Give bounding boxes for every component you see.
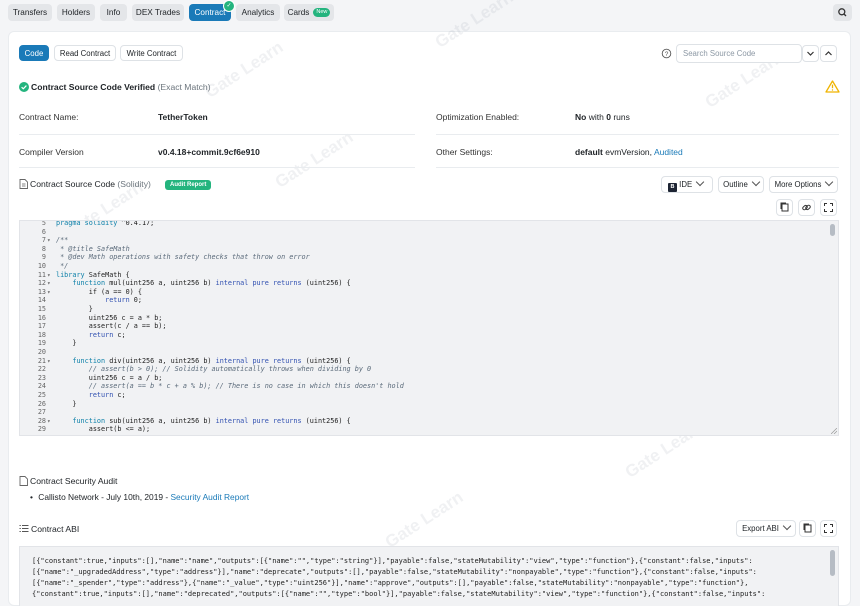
code-editor[interactable]: 5 pragma solidity ^0.4.17; 6 7 ▾/** 8 * @titl… [19, 220, 839, 436]
file-code-icon [19, 179, 28, 189]
copy-icon [780, 202, 789, 212]
ide-label: IDE [679, 180, 693, 189]
export-abi-label: Export ABI [742, 524, 779, 533]
svg-text:?: ? [665, 51, 669, 58]
code-line: 29 assert(b <= a); [20, 425, 820, 435]
expand-icon [824, 203, 833, 212]
token-tabs-bar: Transfers Holders Info DEX Trades Contra… [0, 0, 860, 26]
divider [436, 134, 839, 135]
tab-info[interactable]: Info [100, 4, 127, 21]
audit-item-text: Callisto Network - July 10th, 2019 - [38, 492, 169, 502]
subtab-write-contract[interactable]: Write Contract [120, 45, 183, 61]
expand-icon [824, 524, 833, 533]
optimization-runs-label: runs [613, 112, 630, 122]
settings-evm: evmVersion, [605, 147, 653, 157]
outline-dropdown[interactable]: Outline [718, 176, 764, 193]
fullscreen-button[interactable] [820, 199, 837, 216]
source-code-lang: (Solidity) [117, 179, 151, 189]
verified-title: Contract Source Code Verified [31, 82, 156, 92]
search-prev-button[interactable] [802, 45, 819, 62]
search-icon [838, 8, 847, 17]
search-button[interactable] [833, 4, 852, 21]
chevron-down-icon [695, 177, 705, 187]
list-icon [19, 525, 29, 532]
help-icon[interactable]: ? [661, 48, 672, 59]
line-number: 29 [37, 425, 46, 434]
contract-abi-title: Contract ABI [31, 524, 80, 534]
warning-icon[interactable] [825, 80, 840, 93]
settings-default: default [575, 147, 603, 157]
tab-contract-label: Contract [194, 8, 226, 17]
more-options-dropdown[interactable]: More Options [769, 176, 838, 193]
divider [19, 167, 415, 168]
ide-dropdown[interactable]: B IDE [661, 176, 713, 193]
chevron-down-icon [782, 521, 792, 531]
new-badge: New [313, 8, 331, 18]
abi-textarea[interactable]: [{"constant":true,"inputs":[],"name":"na… [19, 546, 839, 606]
audit-list-item: • Callisto Network - July 10th, 2019 - S… [30, 492, 249, 502]
contract-name-value: TetherToken [158, 112, 208, 122]
abi-copy-button[interactable] [799, 520, 816, 537]
verified-heading: Contract Source Code Verified (Exact Mat… [31, 82, 211, 92]
tab-holders[interactable]: Holders [57, 4, 95, 21]
bullet: • [30, 492, 33, 502]
copy-button[interactable] [776, 199, 793, 216]
audited-link[interactable]: Audited [654, 147, 683, 157]
audit-report-badge[interactable]: Audit Report [165, 180, 212, 190]
tab-contract[interactable]: Contract ✓ [189, 0, 235, 21]
optimization-label: Optimization Enabled: [436, 112, 520, 122]
ide-icon: B [668, 183, 677, 192]
divider [436, 167, 839, 168]
code-text: assert(b <= a); [56, 425, 151, 434]
tab-cards[interactable]: Cards New [284, 4, 334, 21]
source-code-title: Contract Source Code [30, 179, 116, 189]
abi-line: [{"constant":true,"inputs":[],"name":"na… [32, 557, 753, 565]
abi-line: {"constant":true,"inputs":[],"name":"dep… [32, 590, 766, 598]
subtab-code[interactable]: Code [19, 45, 49, 61]
outline-label: Outline [723, 180, 748, 189]
resize-handle-icon[interactable] [831, 428, 837, 434]
editor-scrollbar[interactable] [830, 224, 835, 236]
verified-check-icon: ✓ [223, 0, 235, 12]
copy-icon [803, 523, 812, 533]
tab-cards-label: Cards [287, 8, 310, 17]
search-next-button[interactable] [820, 45, 837, 62]
chevron-down-icon [825, 177, 834, 187]
file-icon [19, 476, 28, 486]
contract-name-label: Contract Name: [19, 112, 79, 122]
optimization-value: No with 0 runs [575, 112, 630, 122]
export-abi-dropdown[interactable]: Export ABI [736, 520, 796, 537]
tab-transfers[interactable]: Transfers [8, 4, 52, 21]
security-audit-title: Contract Security Audit [30, 476, 118, 486]
source-code-heading: Contract Source Code (Solidity) [30, 179, 151, 189]
optimization-enabled: No [575, 112, 587, 122]
compiler-value: v0.4.18+commit.9cf6e910 [158, 147, 260, 157]
verified-note: (Exact Match) [157, 82, 211, 92]
more-options-label: More Options [774, 180, 822, 189]
optimization-runs: 0 [606, 112, 611, 122]
optimization-with: with [588, 112, 604, 122]
divider [19, 134, 415, 135]
link-button[interactable] [798, 199, 815, 216]
other-settings-label: Other Settings: [436, 147, 493, 157]
tab-analytics[interactable]: Analytics [236, 4, 280, 21]
security-audit-report-link[interactable]: Security Audit Report [170, 492, 249, 502]
abi-scrollbar[interactable] [830, 550, 835, 576]
chevron-down-icon [751, 177, 761, 187]
compiler-label: Compiler Version [19, 147, 84, 157]
abi-fullscreen-button[interactable] [820, 520, 837, 537]
abi-line: [{"name":"_spender","type":"address"},{"… [32, 579, 749, 587]
verified-check-icon [19, 82, 29, 92]
other-settings-value: default evmVersion, Audited [575, 147, 683, 157]
tab-dex-trades[interactable]: DEX Trades [132, 4, 184, 21]
search-source-code-input[interactable]: Search Source Code [676, 44, 802, 63]
subtab-read-contract[interactable]: Read Contract [54, 45, 116, 61]
chevron-up-icon [825, 51, 832, 56]
chevron-down-icon [807, 51, 814, 56]
abi-line: [{"name":"_upgradedAddress","type":"addr… [32, 568, 757, 576]
link-icon [802, 204, 811, 211]
